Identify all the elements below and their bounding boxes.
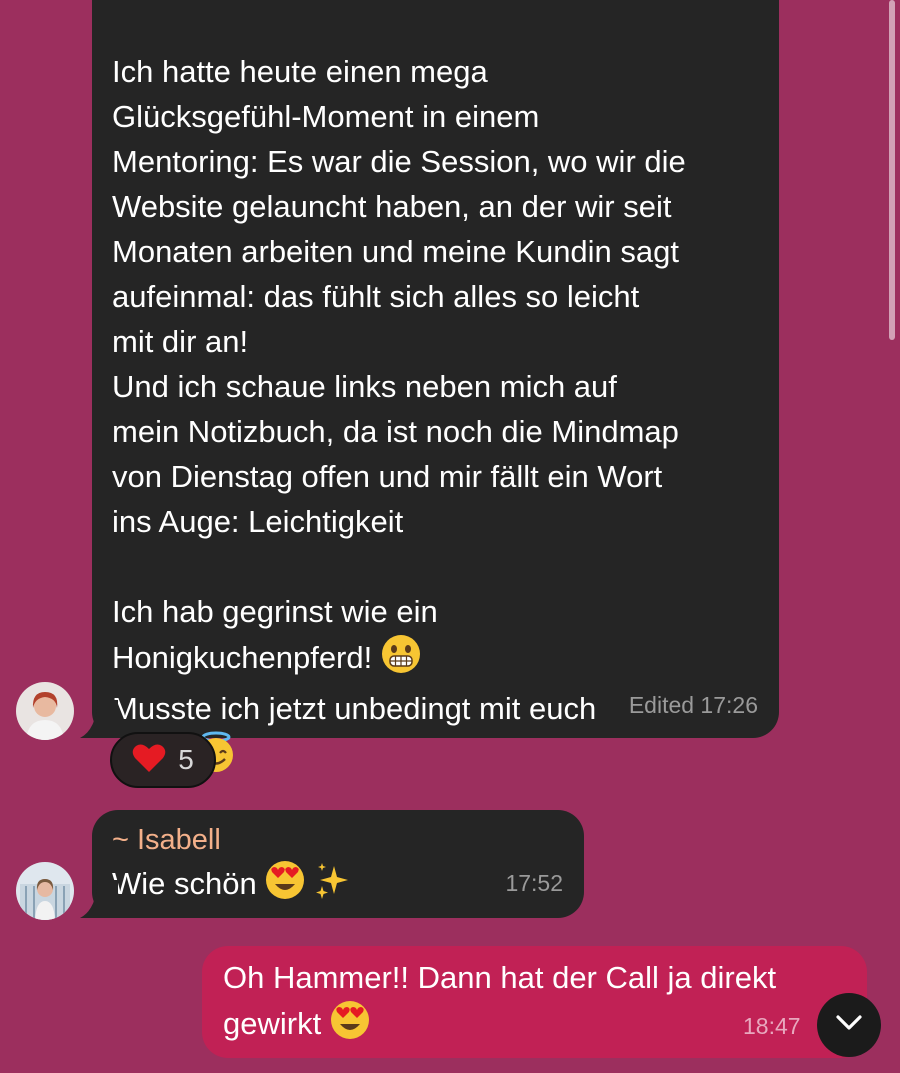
message-text: Ich hatte heute einen mega Glücksgefühl-… [112, 4, 759, 785]
reaction-badge[interactable]: 5 [110, 732, 216, 788]
sparkles-icon [314, 862, 350, 912]
heart-eyes-icon [265, 860, 305, 912]
message-text-main: Oh Hammer!! Dann hat der Call ja direkt … [223, 960, 777, 1041]
reaction-count: 5 [178, 744, 194, 775]
message-bubble-incoming[interactable]: Ich hatte heute einen mega Glücksgefühl-… [92, 0, 779, 774]
message-bubble-outgoing[interactable]: Oh Hammer!! Dann hat der Call ja direkt … [202, 946, 867, 1058]
red-heart-icon [132, 743, 166, 778]
message-text-main: Wie schön [112, 866, 257, 901]
sender-name[interactable]: ~ Isabell [112, 820, 564, 860]
message-text: Wie schön [112, 860, 564, 912]
avatar[interactable] [16, 682, 74, 740]
message-bubble-incoming[interactable]: ~ Isabell Wie schön 17:52 [92, 810, 584, 918]
avatar[interactable] [16, 862, 74, 920]
message-time: 17:52 [505, 870, 563, 896]
grimacing-face-icon [381, 634, 421, 686]
message-meta: Edited 17:26 [628, 692, 758, 718]
scroll-to-bottom-button[interactable] [817, 993, 881, 1057]
bubble-tail [80, 700, 118, 738]
message-time: 18:47 [743, 1013, 801, 1039]
bubble-tail [80, 880, 118, 918]
message-text-main: Ich hatte heute einen mega Glücksgefühl-… [112, 54, 686, 675]
message-text-line: Musste ich jetzt unbedingt mit euch [112, 691, 597, 726]
chevron-down-icon [835, 1014, 863, 1037]
scrollbar[interactable] [889, 0, 895, 340]
heart-eyes-icon [330, 1000, 370, 1052]
